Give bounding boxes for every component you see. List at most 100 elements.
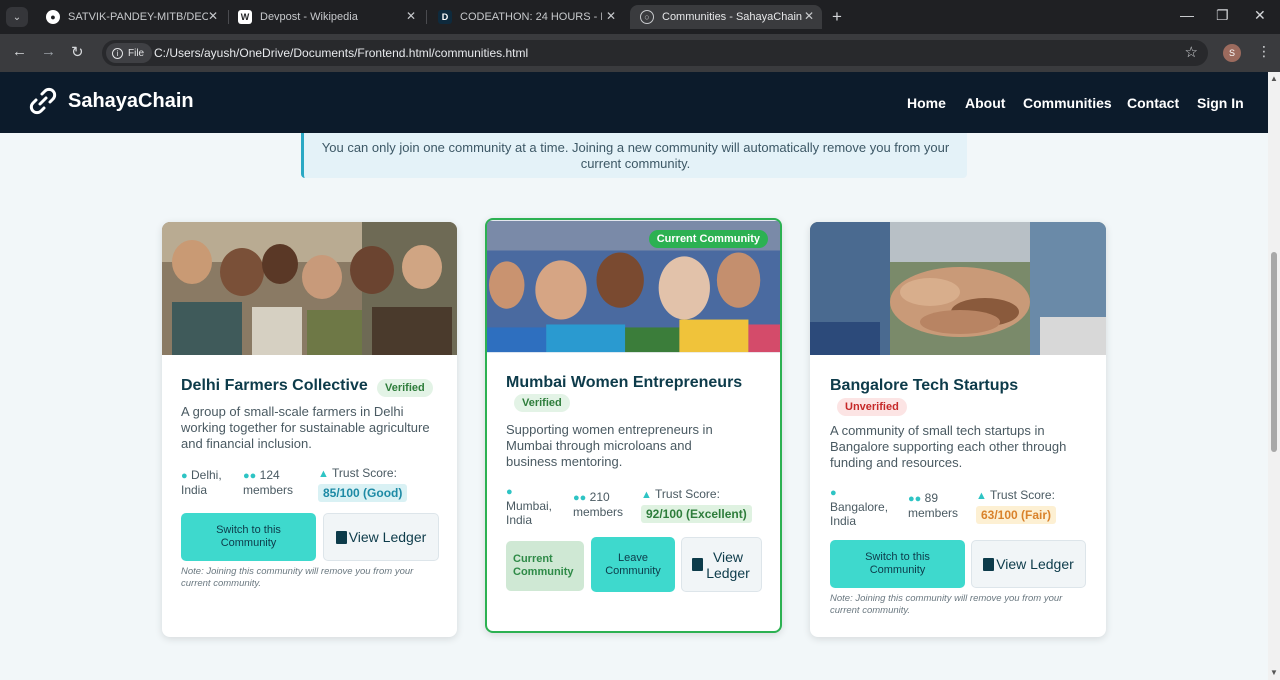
scrollbar-thumb[interactable] (1271, 252, 1277, 452)
maximize-window-icon[interactable]: ❐ (1216, 7, 1229, 24)
tab-label: Communities - SahayaChain (662, 11, 803, 23)
logo-text: SahayaChain (68, 89, 194, 112)
wikipedia-icon: W (238, 10, 252, 24)
location-text: Bangalore, India (830, 500, 889, 528)
one-community-notice: You can only join one community at a tim… (301, 133, 967, 178)
trust-score-label: Trust Score: (655, 487, 720, 501)
members-info: ●● 89 members (908, 491, 968, 520)
switch-note: Note: Joining this community will remove… (830, 593, 1063, 616)
community-description: A community of small tech startups in Ba… (830, 423, 1067, 470)
close-tab-icon[interactable]: ✕ (804, 9, 814, 23)
community-card-mumbai: Current Community Mumbai Women Entrepren… (485, 218, 782, 633)
tab-label: CODEATHON: 24 HOURS - Dev (460, 11, 602, 23)
current-community-badge: Current Community (648, 230, 768, 248)
trust-score-label: Trust Score: (990, 488, 1055, 502)
browser-tab-wikipedia[interactable]: W Devpost - Wikipedia ✕ (228, 5, 424, 29)
current-button-label: Current Community (513, 553, 574, 578)
view-ledger-button[interactable]: View Ledger (681, 537, 762, 592)
shield-icon: ▲ (318, 468, 329, 480)
nav-home[interactable]: Home (907, 95, 946, 111)
nav-about[interactable]: About (965, 95, 1005, 111)
browser-tab-devpost[interactable]: D CODEATHON: 24 HOURS - Dev ✕ (428, 5, 624, 29)
globe-icon: ○ (640, 10, 654, 24)
shield-icon: ▲ (641, 489, 652, 501)
book-icon (983, 557, 995, 571)
leave-button-label: Leave Community (605, 551, 661, 577)
close-tab-icon[interactable]: ✕ (406, 9, 416, 23)
browser-menu-icon[interactable]: ⋮ (1257, 43, 1271, 60)
close-window-icon[interactable]: ✕ (1254, 7, 1266, 24)
trust-score-info: ▲ Trust Score: 92/100 (Excellent) (641, 487, 780, 523)
community-title[interactable]: Mumbai Women Entrepreneurs (506, 374, 742, 392)
location-info: ● Mumbai, India (506, 484, 566, 527)
new-tab-plus-icon[interactable]: + (832, 7, 842, 27)
address-bar[interactable]: i File C:/Users/ayush/OneDrive/Documents… (102, 40, 1208, 66)
community-title[interactable]: Delhi Farmers Collective (181, 377, 368, 395)
minimize-window-icon[interactable]: — (1180, 7, 1194, 23)
map-pin-icon: ● (506, 486, 513, 498)
site-logo[interactable]: SahayaChain (28, 86, 194, 116)
nav-sign-in[interactable]: Sign In (1197, 95, 1244, 111)
current-community-button: Current Community (506, 541, 584, 591)
browser-tab-strip: ⌄ ● SATVIK-PANDEY-MITB/DECENT ✕ W Devpos… (0, 0, 1280, 34)
file-chip-label: File (128, 47, 145, 59)
browser-tab-github[interactable]: ● SATVIK-PANDEY-MITB/DECENT ✕ (36, 5, 226, 29)
verified-badge: Verified (377, 379, 433, 397)
view-ledger-label: View Ledger (996, 556, 1074, 572)
community-description: Supporting women entrepreneurs in Mumbai… (506, 422, 713, 469)
community-title[interactable]: Bangalore Tech Startups (830, 377, 1018, 395)
tab-label: SATVIK-PANDEY-MITB/DECENT (68, 11, 208, 23)
view-ledger-label: View Ledger (348, 529, 427, 545)
view-ledger-button[interactable]: View Ledger (971, 540, 1086, 588)
forward-arrow-icon[interactable]: → (41, 43, 56, 60)
location-info: ● Delhi, India (181, 468, 236, 497)
profile-avatar[interactable]: S (1223, 44, 1241, 62)
close-tab-icon[interactable]: ✕ (208, 9, 218, 23)
devpost-icon: D (438, 10, 452, 24)
bookmark-star-icon[interactable]: ☆ (1185, 43, 1198, 61)
trust-score-value: 63/100 (Fair) (976, 506, 1057, 524)
location-text: Delhi, India (181, 468, 222, 497)
unverified-badge: Unverified (837, 398, 907, 416)
reload-icon[interactable]: ↻ (71, 43, 84, 61)
site-header: SahayaChain Home About Communities Conta… (0, 72, 1268, 133)
leave-community-button[interactable]: Leave Community (591, 537, 675, 592)
close-tab-icon[interactable]: ✕ (606, 9, 616, 23)
switch-community-button[interactable]: Switch to this Community (830, 540, 965, 588)
switch-button-label: Switch to this Community (216, 524, 281, 549)
location-info: ● Bangalore, India (830, 485, 902, 528)
nav-communities[interactable]: Communities (1023, 95, 1112, 111)
trust-score-label: Trust Score: (332, 466, 397, 480)
switch-community-button[interactable]: Switch to this Community (181, 513, 316, 561)
community-photo (810, 222, 1106, 355)
map-pin-icon: ● (181, 470, 188, 482)
book-icon (692, 558, 703, 571)
tab-search-chevron-icon[interactable]: ⌄ (6, 7, 28, 27)
page-scrollbar[interactable]: ▲ ▼ (1268, 72, 1280, 680)
site-info-chip[interactable]: i File (106, 43, 153, 63)
scroll-down-arrow-icon[interactable]: ▼ (1270, 668, 1278, 677)
trust-score-info: ▲ Trust Score: 63/100 (Fair) (976, 488, 1101, 524)
github-icon: ● (46, 10, 60, 24)
view-ledger-button[interactable]: View Ledger (323, 513, 439, 561)
community-card-bangalore: Bangalore Tech Startups Unverified A com… (810, 222, 1106, 637)
trust-score-value: 92/100 (Excellent) (641, 505, 752, 523)
info-icon: i (112, 47, 123, 59)
view-ledger-label: View Ledger (706, 548, 750, 581)
users-icon: ●● (573, 492, 587, 504)
chain-link-icon (29, 87, 57, 115)
tab-divider (426, 10, 427, 24)
members-info: ●● 210 members (573, 490, 639, 519)
back-arrow-icon[interactable]: ← (12, 43, 27, 60)
browser-toolbar: ← → ↻ i File C:/Users/ayush/OneDrive/Doc… (0, 34, 1280, 72)
users-icon: ●● (908, 493, 922, 505)
notice-text: You can only join one community at a tim… (321, 139, 950, 171)
url-text[interactable]: C:/Users/ayush/OneDrive/Documents/Fronte… (154, 46, 528, 60)
browser-tab-communities[interactable]: ○ Communities - SahayaChain ✕ (630, 5, 822, 29)
community-description: A group of small-scale farmers in Delhi … (181, 404, 430, 451)
nav-contact[interactable]: Contact (1127, 95, 1179, 111)
community-photo (162, 222, 457, 355)
users-icon: ●● (243, 470, 257, 482)
scroll-up-arrow-icon[interactable]: ▲ (1270, 74, 1278, 83)
book-icon (335, 530, 347, 544)
